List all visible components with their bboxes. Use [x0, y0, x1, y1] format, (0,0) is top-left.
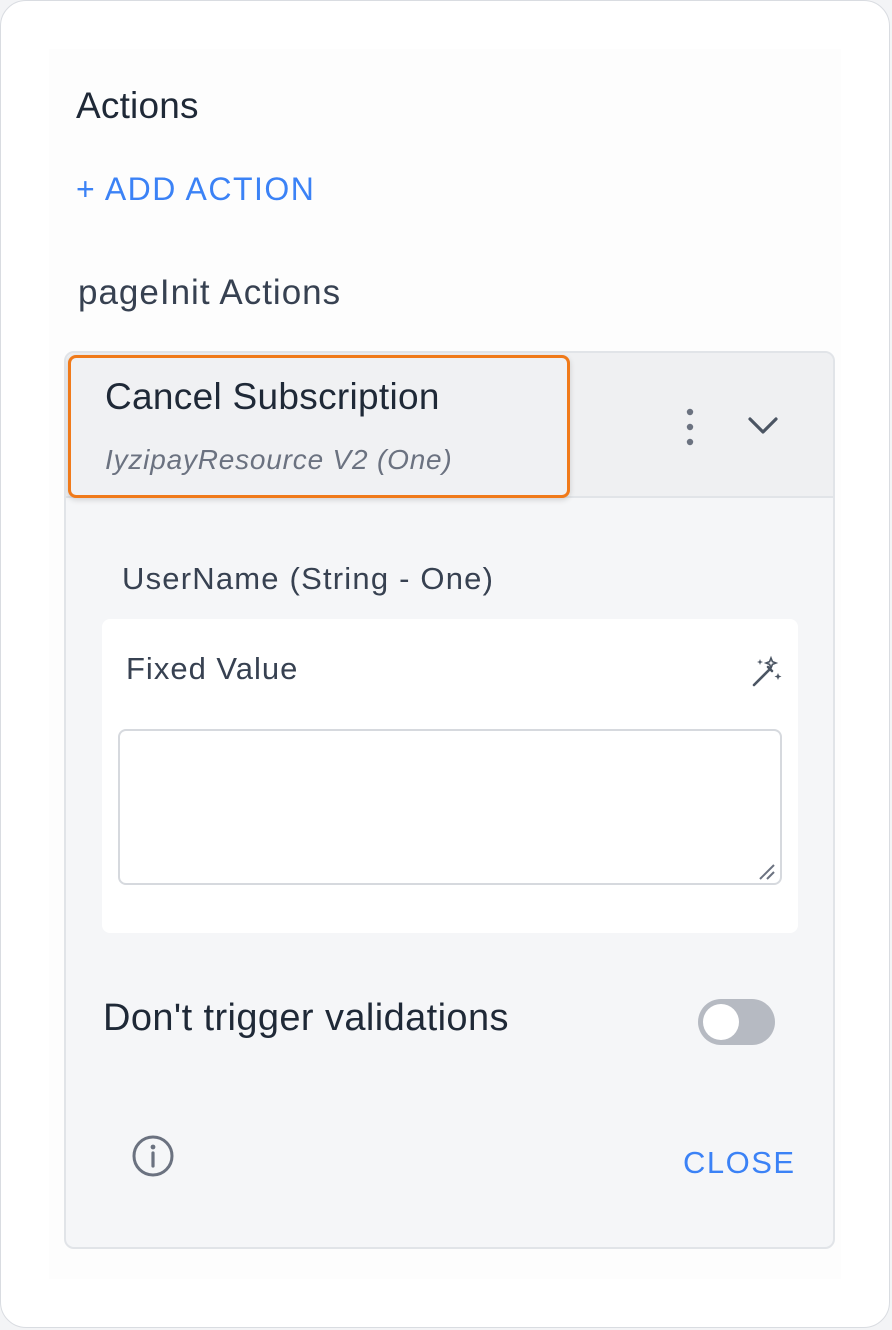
fixed-value-input[interactable] [118, 729, 782, 885]
dont-trigger-validations-label: Don't trigger validations [103, 997, 509, 1039]
add-action-button[interactable]: + ADD ACTION [76, 171, 315, 208]
close-button[interactable]: CLOSE [683, 1145, 796, 1181]
info-icon[interactable] [130, 1133, 176, 1179]
more-vertical-icon[interactable] [674, 405, 706, 449]
magic-wand-icon[interactable] [748, 655, 784, 691]
action-title-highlight[interactable]: Cancel Subscription IyzipayResource V2 (… [68, 355, 570, 498]
parameter-label: UserName (String - One) [122, 561, 495, 596]
action-resource: IyzipayResource V2 (One) [105, 444, 453, 475]
action-card-header[interactable]: Cancel Subscription IyzipayResource V2 (… [66, 353, 833, 498]
actions-panel: Actions + ADD ACTION pageInit Actions Ca… [0, 0, 890, 1328]
value-mode-label: Fixed Value [126, 651, 299, 686]
resize-handle-icon[interactable] [756, 861, 776, 881]
page-init-actions-title: pageInit Actions [78, 273, 342, 312]
toggle-knob [703, 1004, 739, 1040]
section-title: Actions [76, 85, 199, 126]
dont-trigger-validations-toggle[interactable] [698, 999, 775, 1045]
parameter-box: Fixed Value [102, 619, 798, 933]
action-name: Cancel Subscription [105, 376, 440, 417]
action-card: Cancel Subscription IyzipayResource V2 (… [64, 351, 835, 1249]
chevron-down-icon[interactable] [746, 411, 780, 441]
